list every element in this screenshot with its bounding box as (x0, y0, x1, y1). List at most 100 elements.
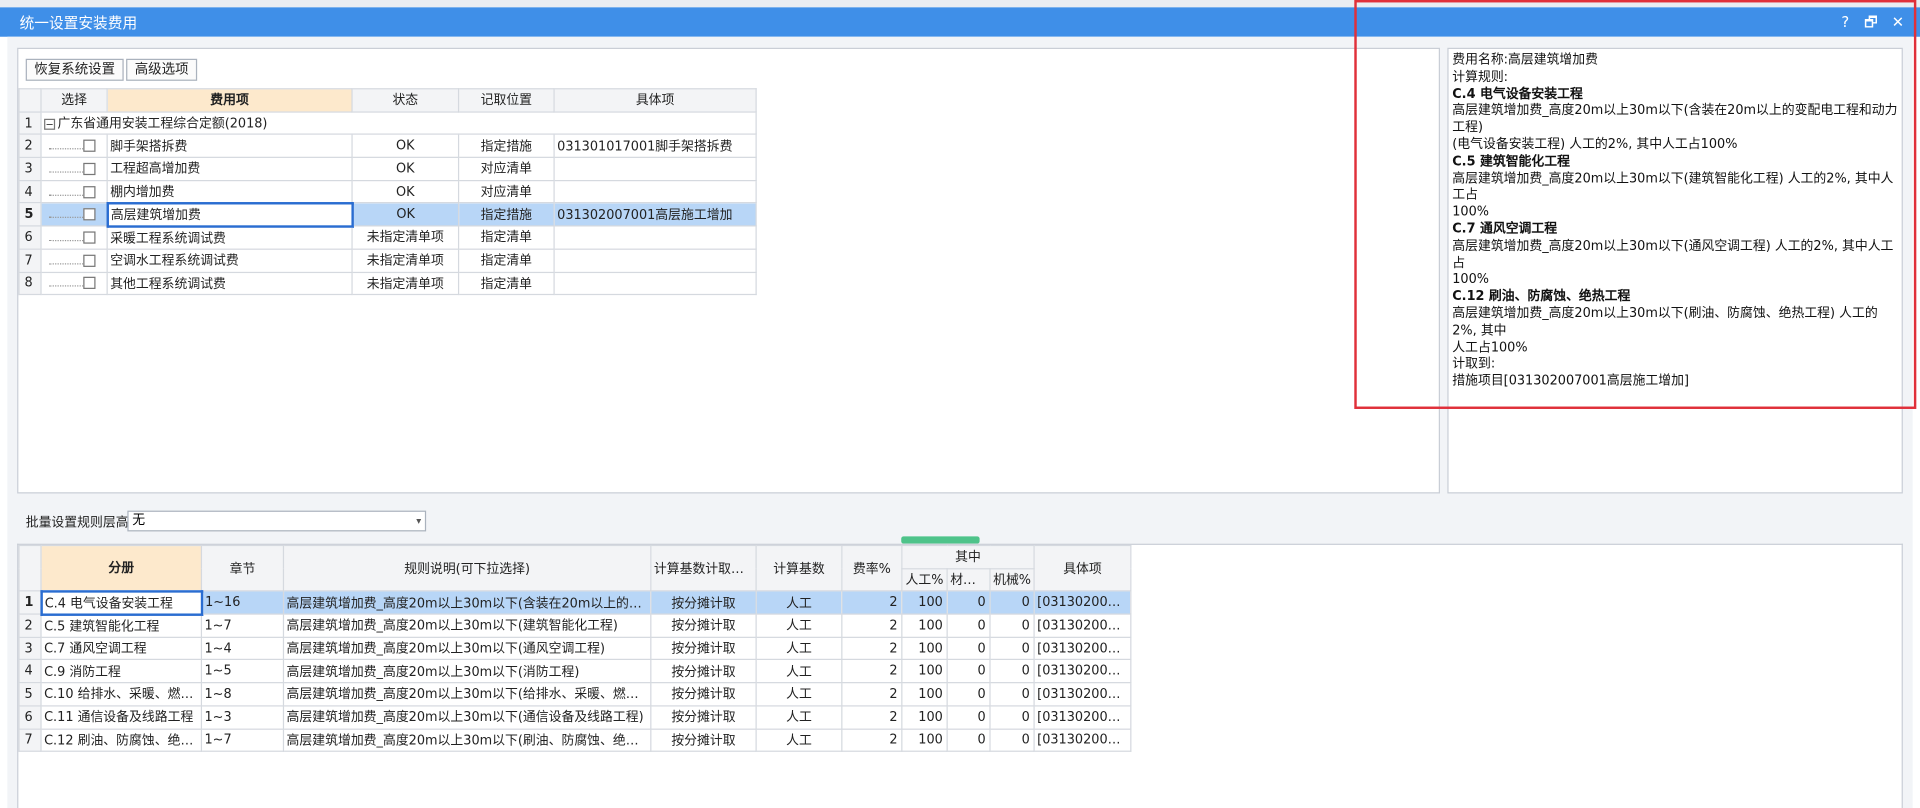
row-checkbox[interactable] (83, 162, 96, 175)
help-icon[interactable]: ? (1834, 11, 1856, 33)
select-cell[interactable] (40, 202, 108, 227)
header-material[interactable]: 材料% (946, 567, 991, 592)
header-chapter[interactable]: 章节 (200, 544, 285, 592)
chapter-cell[interactable]: 1~5 (200, 659, 285, 684)
section-cell[interactable]: C.4 电气设备安装工程 (39, 590, 203, 616)
material-cell[interactable]: 0 (946, 613, 991, 638)
rule-cell[interactable]: 高层建筑增加费_高度20m以上30m以下(通信设备及线路工程) (282, 705, 652, 730)
detail-item-cell[interactable]: 031301017001脚手架搭拆费 (553, 133, 757, 159)
section-cell[interactable]: C.11 通信设备及线路工程 (40, 705, 203, 730)
rate-cell[interactable]: 2 (841, 613, 903, 638)
table-row-selected[interactable]: 1 C.4 电气设备安装工程 1~16 高层建筑增加费_高度20m以上30m以下… (18, 590, 1132, 616)
fee-table-root-row[interactable]: 1 − 广东省通用安装工程综合定额(2018) (18, 111, 757, 136)
select-cell[interactable] (40, 271, 108, 296)
table-row[interactable]: 7 C.12 刷油、防腐蚀、绝热… 1~7 高层建筑增加费_高度20m以上30m… (18, 727, 1132, 753)
table-row[interactable]: 2 脚手架搭拆费 OK 指定措施 031301017001脚手架搭拆费 (18, 133, 757, 159)
fee-name-cell[interactable]: 其他工程系统调试费 (106, 271, 353, 296)
section-cell[interactable]: C.9 消防工程 (40, 659, 203, 684)
header-position[interactable]: 记取位置 (457, 88, 555, 113)
position-cell[interactable]: 指定措施 (457, 202, 555, 227)
position-cell[interactable]: 指定清单 (457, 248, 555, 273)
chapter-cell[interactable]: 1~7 (200, 613, 285, 638)
row-checkbox[interactable] (83, 254, 96, 267)
base-cell[interactable]: 人工 (755, 659, 843, 684)
machine-cell[interactable]: 0 (989, 590, 1035, 615)
rate-cell[interactable]: 2 (841, 682, 903, 707)
fee-name-cell[interactable]: 脚手架搭拆费 (106, 133, 353, 159)
rule-cell[interactable]: 高层建筑增加费_高度20m以上30m以下(建筑智能化工程) (282, 613, 652, 638)
fee-name-cell[interactable]: 高层建筑增加费 (105, 201, 354, 228)
detail-item-cell[interactable] (553, 271, 757, 296)
material-cell[interactable]: 0 (946, 590, 991, 615)
dialog-titlebar[interactable]: 统一设置安装费用 ? 🗗 ✕ (0, 7, 1920, 37)
labor-cell[interactable]: 100 (901, 727, 948, 753)
restore-icon[interactable]: 🗗 (1860, 11, 1882, 33)
machine-cell[interactable]: 0 (989, 659, 1035, 684)
row-checkbox[interactable] (83, 277, 96, 290)
header-rate[interactable]: 费率% (841, 544, 903, 592)
machine-cell[interactable]: 0 (989, 705, 1035, 730)
rate-cell[interactable]: 2 (841, 727, 903, 753)
section-cell[interactable]: C.10 给排水、采暖、燃气… (40, 682, 203, 707)
table-row[interactable]: 7 空调水工程系统调试费 未指定清单项 指定清单 (18, 248, 757, 273)
row-checkbox[interactable] (83, 185, 96, 198)
table-row[interactable]: 3 C.7 通风空调工程 1~4 高层建筑增加费_高度20m以上30m以下(通风… (18, 636, 1132, 661)
base-cell[interactable]: 人工 (755, 705, 843, 730)
position-cell[interactable]: 对应清单 (457, 179, 555, 204)
rate-cell[interactable]: 2 (841, 636, 903, 661)
base-cell[interactable]: 人工 (755, 613, 843, 638)
detail-item-cell[interactable]: [031302007001… (1033, 727, 1132, 753)
table-row[interactable]: 5 C.10 给排水、采暖、燃气… 1~8 高层建筑增加费_高度20m以上30m… (18, 682, 1132, 707)
position-cell[interactable]: 指定清单 (457, 271, 555, 296)
material-cell[interactable]: 0 (946, 682, 991, 707)
row-checkbox[interactable] (83, 231, 96, 244)
advanced-options-button[interactable]: 高级选项 (126, 58, 198, 81)
detail-item-cell[interactable] (553, 156, 757, 181)
detail-item-cell[interactable]: [031302007001… (1033, 636, 1132, 661)
labor-cell[interactable]: 100 (901, 682, 948, 707)
method-cell[interactable]: 按分摊计取 (650, 590, 757, 615)
header-fee-item[interactable]: 费用项 (106, 88, 353, 113)
select-cell[interactable] (40, 179, 108, 204)
row-checkbox[interactable] (83, 208, 96, 221)
batch-height-select[interactable]: 无 ▾ (127, 510, 427, 532)
fee-name-cell[interactable]: 工程超高增加费 (106, 156, 353, 181)
method-cell[interactable]: 按分摊计取 (650, 727, 757, 753)
panel-splitter-handle[interactable] (901, 536, 980, 544)
table-row[interactable]: 2 C.5 建筑智能化工程 1~7 高层建筑增加费_高度20m以上30m以下(建… (18, 613, 1132, 638)
detail-item-cell[interactable] (553, 179, 757, 204)
detail-item-cell[interactable]: 031302007001高层施工增加 (553, 202, 757, 227)
close-icon[interactable]: ✕ (1887, 11, 1909, 33)
chapter-cell[interactable]: 1~3 (200, 705, 285, 730)
header-section[interactable]: 分册 (40, 544, 203, 592)
method-cell[interactable]: 按分摊计取 (650, 682, 757, 707)
section-cell[interactable]: C.7 通风空调工程 (40, 636, 203, 661)
section-cell[interactable]: C.12 刷油、防腐蚀、绝热… (40, 727, 203, 753)
header-method[interactable]: 计算基数计取方式 (650, 544, 757, 592)
select-cell[interactable] (40, 156, 108, 181)
header-select[interactable]: 选择 (40, 88, 108, 113)
detail-item-cell[interactable]: [031302007001… (1033, 705, 1132, 730)
material-cell[interactable]: 0 (946, 705, 991, 730)
base-cell[interactable]: 人工 (755, 590, 843, 615)
select-cell[interactable] (40, 248, 108, 273)
detail-item-cell[interactable]: [031302007001… (1033, 613, 1132, 638)
header-detail-item[interactable]: 具体项 (1033, 544, 1132, 592)
labor-cell[interactable]: 100 (901, 659, 948, 684)
header-machine[interactable]: 机械% (989, 567, 1035, 592)
table-row[interactable]: 6 采暖工程系统调试费 未指定清单项 指定清单 (18, 225, 757, 250)
chapter-cell[interactable]: 1~16 (200, 590, 285, 615)
rate-cell[interactable]: 2 (841, 590, 903, 615)
row-checkbox[interactable] (83, 139, 96, 153)
labor-cell[interactable]: 100 (901, 590, 948, 615)
chapter-cell[interactable]: 1~4 (200, 636, 285, 661)
rule-cell[interactable]: 高层建筑增加费_高度20m以上30m以下(消防工程) (282, 659, 652, 684)
header-rule[interactable]: 规则说明(可下拉选择) (282, 544, 652, 592)
machine-cell[interactable]: 0 (989, 613, 1035, 638)
rule-cell[interactable]: 高层建筑增加费_高度20m以上30m以下(刷油、防腐蚀、绝热工程) (282, 727, 652, 753)
table-row[interactable]: 3 工程超高增加费 OK 对应清单 (18, 156, 757, 181)
table-row[interactable]: 6 C.11 通信设备及线路工程 1~3 高层建筑增加费_高度20m以上30m以… (18, 705, 1132, 730)
header-labor[interactable]: 人工% (901, 567, 948, 592)
material-cell[interactable]: 0 (946, 636, 991, 661)
header-base[interactable]: 计算基数 (755, 544, 843, 592)
